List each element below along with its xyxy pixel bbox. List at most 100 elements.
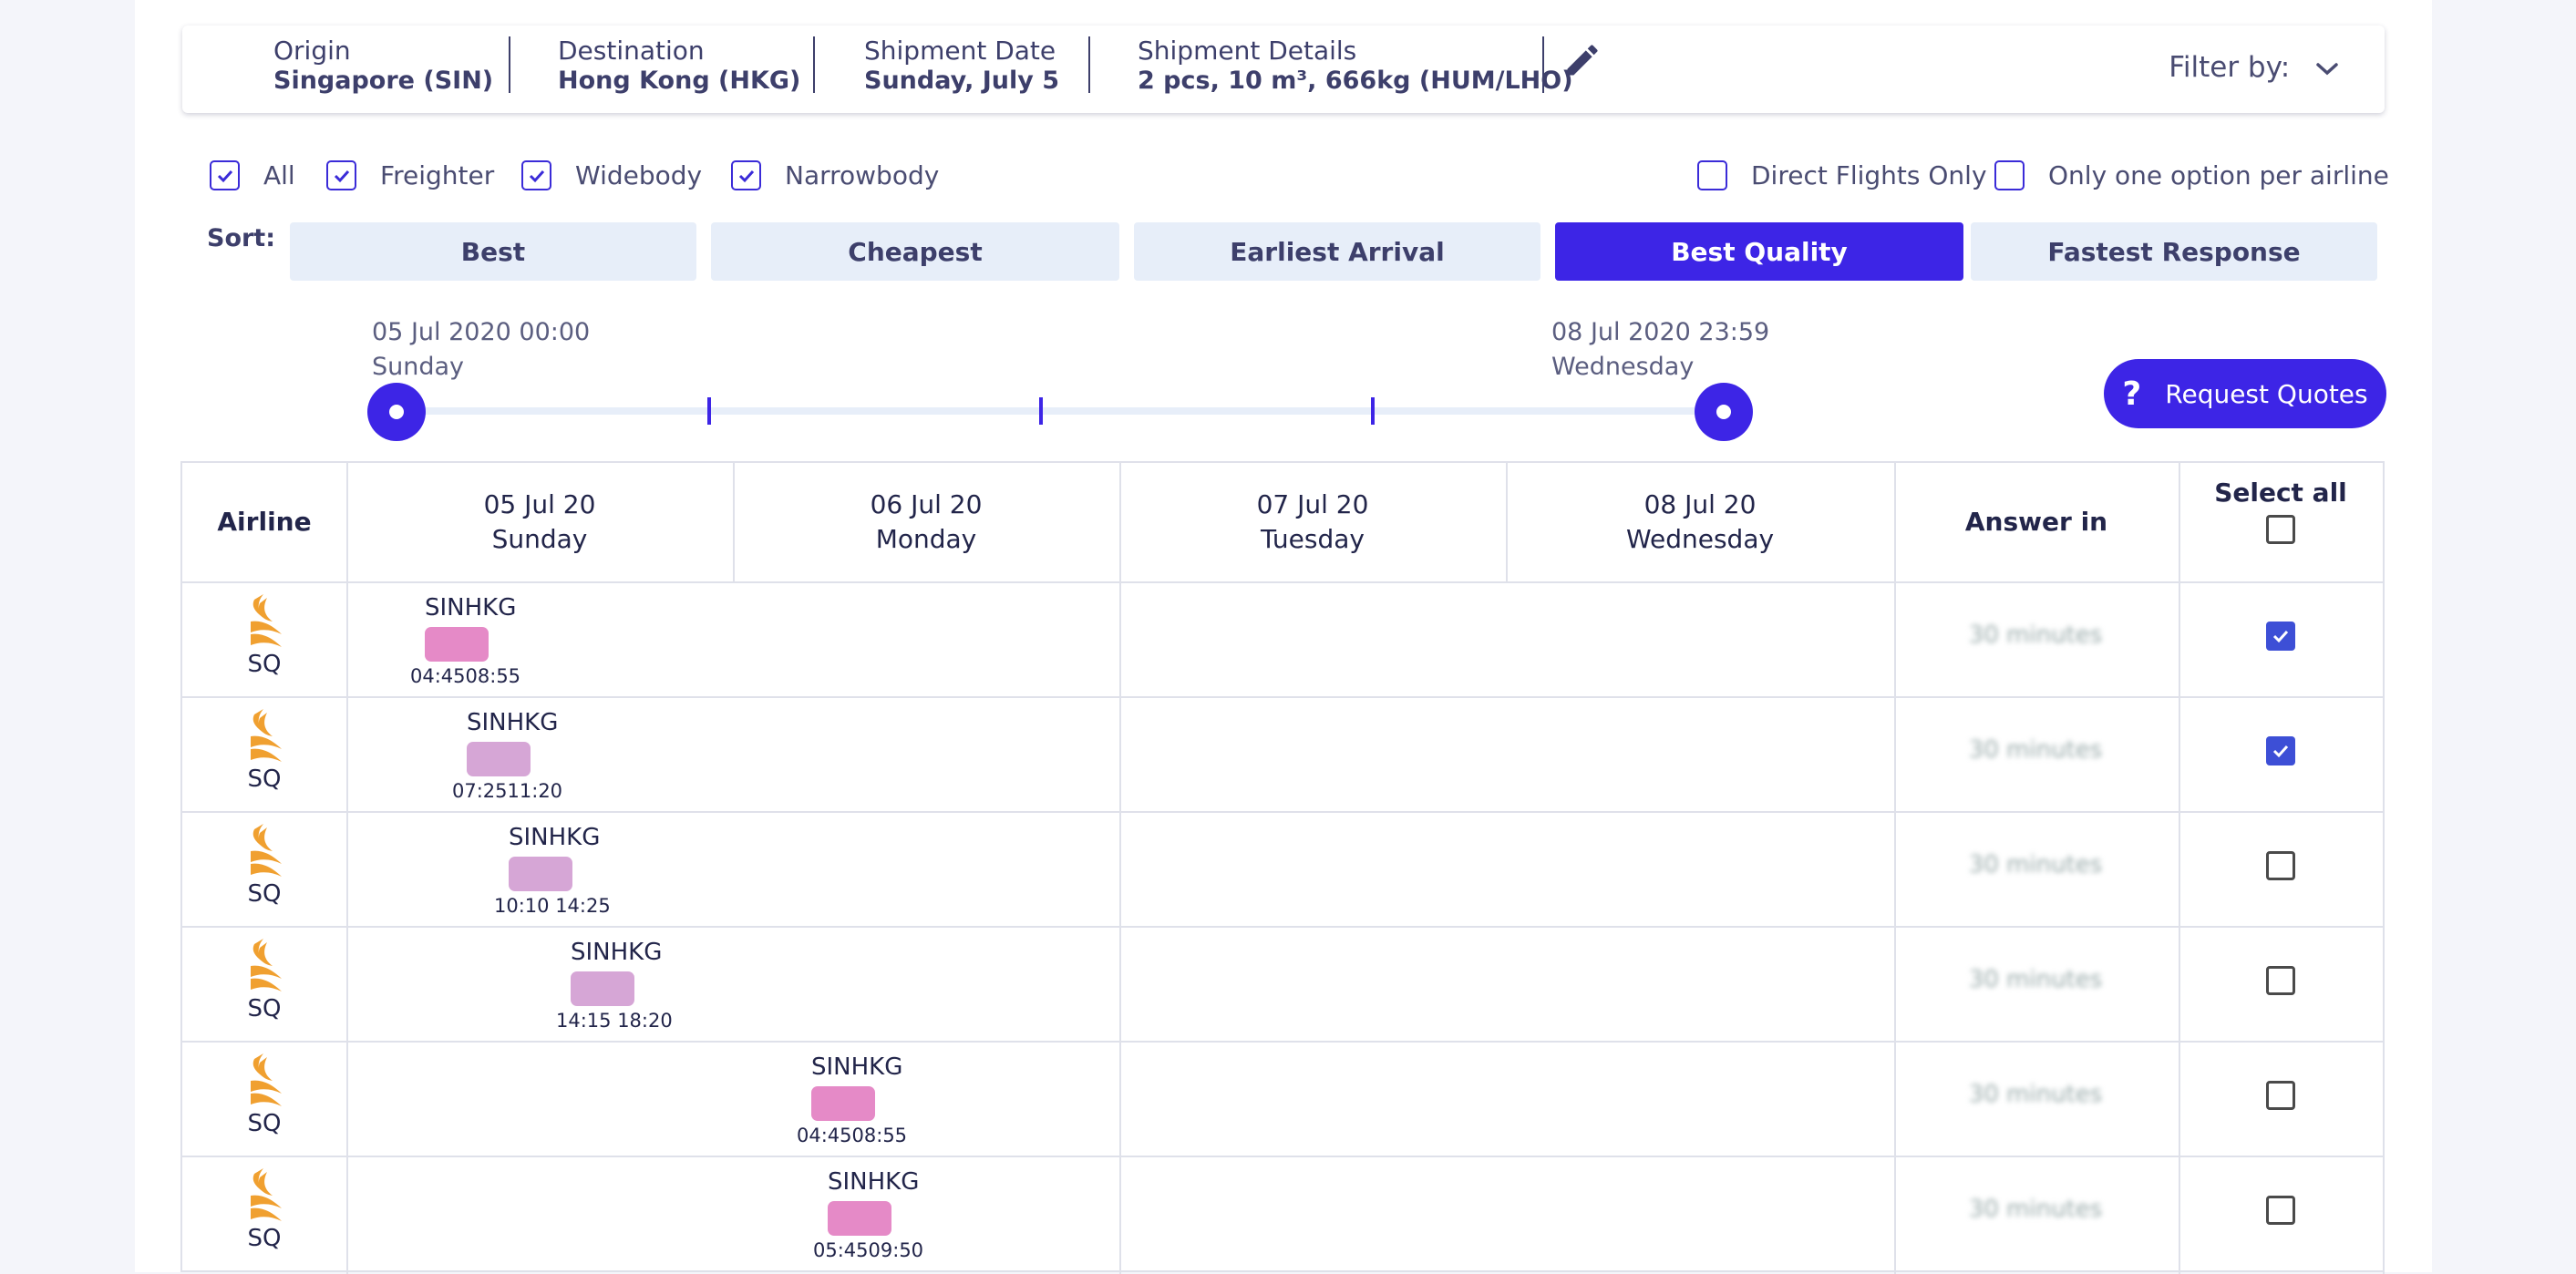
flight-route: SINHKG (467, 709, 559, 736)
destination-value: Hong Kong (HKG) (558, 67, 801, 95)
flight-bar[interactable] (467, 742, 531, 776)
answer-in-value: 30 minutes (1968, 736, 2103, 764)
flight-option[interactable]: SINHKG 04:4508:55 (410, 594, 520, 687)
filter-widebody-label: Widebody (575, 160, 703, 190)
flight-option[interactable]: SINHKG 07:2511:20 (452, 709, 562, 802)
row-select-checkbox[interactable] (2266, 1081, 2295, 1110)
flight-times: 04:4508:55 (410, 665, 521, 687)
origin-label: Origin (273, 36, 351, 66)
column-divider (2179, 463, 2180, 1274)
row-select-checkbox[interactable] (2266, 966, 2295, 995)
flight-route: SINHKG (811, 1053, 903, 1081)
direct-flights-only-label: Direct Flights Only (1751, 160, 1987, 190)
flight-option[interactable]: SINHKG 05:4509:50 (813, 1168, 923, 1261)
flight-bar[interactable] (425, 627, 489, 662)
filter-freighter-checkbox[interactable]: Freighter (326, 160, 494, 190)
divider (813, 36, 815, 93)
flight-times: 05:4509:50 (813, 1239, 924, 1261)
column-divider (346, 463, 348, 1274)
airline-code: SQ (247, 1110, 282, 1137)
filter-by-dropdown[interactable]: Filter by: (2169, 51, 2339, 84)
slider-start-label: 05 Jul 2020 00:00 Sunday (372, 315, 590, 385)
row-divider (182, 696, 2385, 698)
one-option-per-airline-label: Only one option per airline (2048, 160, 2389, 190)
chevron-down-icon (2316, 62, 2338, 75)
sort-cheapest-button[interactable]: Cheapest (711, 222, 1119, 281)
airline-cell: SQ (182, 822, 346, 908)
select-all-checkbox[interactable] (2266, 515, 2295, 544)
row-select-checkbox[interactable] (2266, 736, 2295, 765)
day-header: 05 Jul 20 Sunday (346, 463, 733, 581)
airline-code: SQ (247, 651, 282, 678)
filter-narrowbody-checkbox[interactable]: Narrowbody (731, 160, 939, 190)
day-header-weekday: Sunday (491, 524, 588, 554)
slider-end-date: 08 Jul 2020 23:59 (1551, 318, 1770, 346)
filter-narrowbody-label: Narrowbody (785, 160, 940, 190)
flight-option[interactable]: SINHKG 10:10 14:25 (494, 824, 611, 917)
airline-code: SQ (247, 995, 282, 1022)
filter-all-label: All (263, 160, 295, 190)
slider-tick (1371, 397, 1375, 425)
row-divider (182, 926, 2385, 928)
flight-times: 10:10 14:25 (494, 895, 611, 917)
flight-option[interactable]: SINHKG 14:15 18:20 (556, 939, 673, 1032)
shipment-date-label: Shipment Date (864, 36, 1056, 66)
origin-value: Singapore (SIN) (273, 67, 494, 95)
pencil-icon (1567, 45, 1598, 76)
request-quotes-button[interactable]: ? Request Quotes (2104, 359, 2386, 428)
checkbox-unchecked (1697, 160, 1727, 190)
row-select-checkbox[interactable] (2266, 851, 2295, 880)
answer-in-header: Answer in (1964, 507, 2108, 537)
slider-start-handle[interactable] (367, 383, 426, 441)
edit-search-button[interactable] (1562, 40, 1602, 80)
flight-bar[interactable] (811, 1086, 875, 1121)
slider-start-day: Sunday (372, 353, 465, 381)
flight-times: 07:2511:20 (452, 780, 563, 802)
row-divider (182, 811, 2385, 813)
divider (509, 36, 510, 93)
day-header-date: 06 Jul 20 (870, 489, 983, 519)
date-range-slider-track[interactable] (396, 407, 1725, 415)
filter-all-checkbox[interactable]: All (210, 160, 295, 190)
flight-bar[interactable] (571, 971, 634, 1006)
direct-flights-only-checkbox[interactable]: Direct Flights Only (1697, 160, 1987, 190)
row-select-checkbox[interactable] (2266, 622, 2295, 651)
one-option-per-airline-checkbox[interactable]: Only one option per airline (1994, 160, 2389, 190)
sort-fastest-response-button[interactable]: Fastest Response (1971, 222, 2377, 281)
flight-route: SINHKG (509, 824, 601, 851)
airline-cell: SQ (182, 1052, 346, 1137)
filter-widebody-checkbox[interactable]: Widebody (521, 160, 702, 190)
singapore-airlines-logo-icon (251, 1053, 282, 1106)
handle-dot (389, 405, 404, 419)
sort-earliest-arrival-button[interactable]: Earliest Arrival (1134, 222, 1540, 281)
day-header: 08 Jul 20 Wednesday (1506, 463, 1894, 581)
answer-in-value: 30 minutes (1968, 622, 2103, 649)
flight-route: SINHKG (425, 594, 517, 622)
day-header-date: 08 Jul 20 (1643, 489, 1757, 519)
day-header-date: 05 Jul 20 (483, 489, 596, 519)
airline-code: SQ (247, 1225, 282, 1252)
slider-end-handle[interactable] (1695, 383, 1753, 441)
day-header-weekday: Wednesday (1625, 524, 1775, 554)
sort-best-button[interactable]: Best (290, 222, 696, 281)
flights-table: Airline 05 Jul 20 Sunday 06 Jul 20 Monda… (180, 461, 2385, 1274)
day-header: 06 Jul 20 Monday (733, 463, 1119, 581)
row-select-checkbox[interactable] (2266, 1196, 2295, 1225)
slider-tick (707, 397, 711, 425)
flight-option[interactable]: SINHKG 04:4508:55 (797, 1053, 907, 1146)
sort-best-quality-button[interactable]: Best Quality (1555, 222, 1963, 281)
select-all-header: Select all (2179, 478, 2383, 544)
answer-in-value: 30 minutes (1968, 1081, 2103, 1108)
day-header: 07 Jul 20 Tuesday (1119, 463, 1506, 581)
airline-code: SQ (247, 880, 282, 908)
row-divider (182, 1041, 2385, 1043)
checkmark-icon (2272, 630, 2289, 643)
flight-bar[interactable] (828, 1201, 891, 1236)
shipment-date-value: Sunday, July 5 (864, 67, 1060, 95)
slider-tick (1039, 397, 1043, 425)
handle-dot (1716, 405, 1731, 419)
row-divider (182, 581, 2385, 583)
flight-times: 04:4508:55 (797, 1125, 908, 1146)
flight-bar[interactable] (509, 857, 572, 891)
question-mark-icon: ? (2122, 375, 2142, 413)
